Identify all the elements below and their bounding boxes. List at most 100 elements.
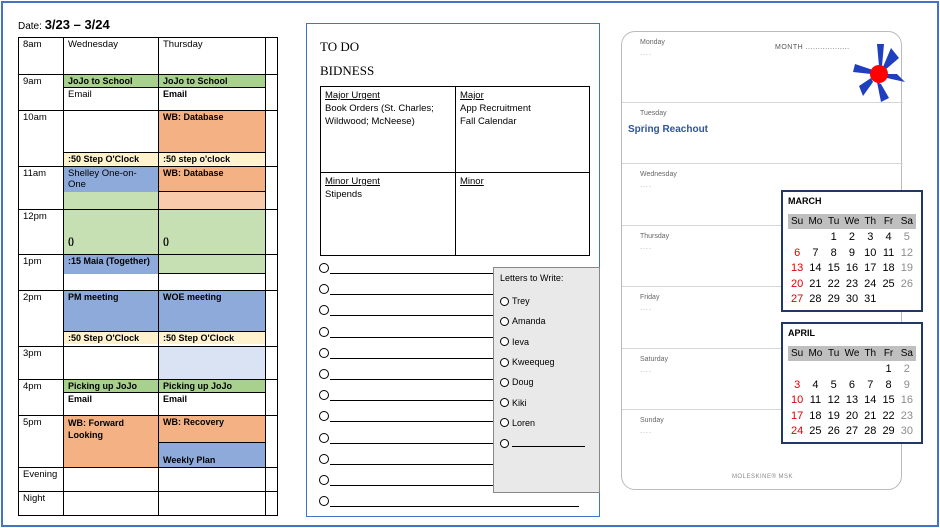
calendar-day[interactable]: 4 <box>879 230 897 245</box>
checkbox-circle-icon[interactable] <box>319 368 329 379</box>
calendar-day[interactable]: 27 <box>788 292 806 307</box>
quadrant-major[interactable]: Major App Recruitment Fall Calendar <box>456 87 589 173</box>
calendar-day[interactable]: 26 <box>898 277 916 292</box>
event-cell[interactable]: :50 step o'clock <box>159 153 265 165</box>
event-cell[interactable]: Email <box>64 393 158 405</box>
event-cell[interactable]: Shelley One-on-One <box>64 167 158 192</box>
calendar-day[interactable]: 25 <box>879 277 897 292</box>
calendar-day[interactable]: 14 <box>861 393 879 408</box>
calendar-day[interactable]: 30 <box>898 424 916 439</box>
calendar-day[interactable]: 10 <box>861 246 879 261</box>
calendar-day[interactable]: 19 <box>898 261 916 276</box>
calendar-day[interactable]: 23 <box>898 409 916 424</box>
calendar-day[interactable]: 21 <box>861 409 879 424</box>
calendar-day[interactable]: 16 <box>843 261 861 276</box>
calendar-day[interactable]: 16 <box>898 393 916 408</box>
event-cell[interactable]: Email <box>159 88 265 100</box>
calendar-day[interactable]: 26 <box>825 424 843 439</box>
event-cell[interactable]: :50 Step O'Clock <box>159 332 265 344</box>
event-cell[interactable]: Weekly Plan <box>159 443 265 467</box>
calendar-day[interactable]: 7 <box>861 378 879 393</box>
calendar-day[interactable]: 12 <box>898 246 916 261</box>
event-cell[interactable]: Email <box>64 88 158 101</box>
event-cell[interactable]: WB: Database <box>159 167 265 192</box>
calendar-day[interactable]: 19 <box>825 409 843 424</box>
letter-item-blank[interactable] <box>500 433 593 453</box>
calendar-day[interactable]: 30 <box>843 292 861 307</box>
calendar-day[interactable]: 10 <box>788 393 806 408</box>
letter-item[interactable]: Trey <box>500 291 593 311</box>
event-cell[interactable] <box>159 255 265 274</box>
event-cell[interactable]: WOE meeting <box>159 291 265 332</box>
checkbox-circle-icon[interactable] <box>319 411 329 422</box>
calendar-day[interactable]: 27 <box>843 424 861 439</box>
calendar-day[interactable]: 28 <box>861 424 879 439</box>
calendar-day[interactable]: 3 <box>788 378 806 393</box>
letter-item[interactable]: Kiki <box>500 392 593 412</box>
calendar-day[interactable]: 22 <box>825 277 843 292</box>
letter-item[interactable]: Kweequeg <box>500 352 593 372</box>
event-cell[interactable]: JoJo to School <box>64 75 158 88</box>
calendar-day[interactable]: 15 <box>879 393 897 408</box>
calendar-day[interactable]: 2 <box>898 362 916 377</box>
calendar-day[interactable]: 18 <box>879 261 897 276</box>
letter-item[interactable]: Doug <box>500 372 593 392</box>
event-cell[interactable]: WB: Recovery <box>159 416 265 443</box>
checkbox-circle-icon[interactable] <box>319 263 329 273</box>
calendar-day[interactable]: 25 <box>806 424 824 439</box>
calendar-day[interactable]: 11 <box>879 246 897 261</box>
calendar-day[interactable]: 31 <box>861 292 879 307</box>
calendar-day[interactable]: 2 <box>843 230 861 245</box>
calendar-day[interactable]: 8 <box>825 246 843 261</box>
calendar-day[interactable]: 6 <box>843 378 861 393</box>
calendar-day[interactable]: 11 <box>806 393 824 408</box>
calendar-day[interactable]: 24 <box>861 277 879 292</box>
calendar-day[interactable]: 7 <box>806 246 824 261</box>
event-cell[interactable]: () <box>64 210 158 247</box>
event-cell[interactable]: WB: Database <box>159 111 265 153</box>
event-cell[interactable]: :50 Step O'Clock <box>64 153 158 165</box>
checkbox-circle-icon[interactable] <box>319 432 329 443</box>
checkbox-circle-icon[interactable] <box>500 398 509 408</box>
calendar-day[interactable]: 17 <box>861 261 879 276</box>
letter-item[interactable]: Ieva <box>500 332 593 352</box>
calendar-day[interactable]: 20 <box>788 277 806 292</box>
calendar-day[interactable]: 5 <box>825 378 843 393</box>
checkbox-circle-icon[interactable] <box>500 296 509 306</box>
checkbox-circle-icon[interactable] <box>500 337 509 347</box>
calendar-day[interactable]: 21 <box>806 277 824 292</box>
calendar-day[interactable]: 4 <box>806 378 824 393</box>
calendar-day[interactable]: 22 <box>879 409 897 424</box>
checkbox-circle-icon[interactable] <box>319 390 329 401</box>
checkbox-circle-icon[interactable] <box>319 284 329 295</box>
event-cell[interactable]: :15 Maia (Together) <box>64 255 158 274</box>
calendar-day[interactable]: 18 <box>806 409 824 424</box>
calendar-day[interactable]: 8 <box>879 378 897 393</box>
calendar-day[interactable]: 9 <box>843 246 861 261</box>
checkbox-circle-icon[interactable] <box>500 357 509 367</box>
event-cell[interactable]: Email <box>159 393 265 405</box>
checkbox-circle-icon[interactable] <box>319 305 329 316</box>
calendar-day[interactable]: 23 <box>843 277 861 292</box>
checkbox-circle-icon[interactable] <box>500 377 509 387</box>
event-cell[interactable]: WB: Forward Looking <box>64 416 158 442</box>
calendar-day[interactable]: 12 <box>825 393 843 408</box>
event-cell[interactable] <box>159 192 265 209</box>
calendar-day[interactable]: 3 <box>861 230 879 245</box>
calendar-day[interactable]: 13 <box>843 393 861 408</box>
event-cell[interactable]: PM meeting <box>64 291 158 332</box>
checkbox-circle-icon[interactable] <box>319 474 329 485</box>
calendar-day[interactable]: 17 <box>788 409 806 424</box>
calendar-day[interactable]: 29 <box>879 424 897 439</box>
event-cell[interactable]: JoJo to School <box>159 75 265 88</box>
event-cell[interactable]: Picking up JoJo <box>159 380 265 393</box>
calendar-day[interactable]: 13 <box>788 261 806 276</box>
event-cell[interactable]: :50 Step O'Clock <box>64 332 158 344</box>
checkbox-circle-icon[interactable] <box>500 316 509 326</box>
quadrant-minor[interactable]: Minor <box>456 173 589 255</box>
checkbox-circle-icon[interactable] <box>319 326 329 337</box>
calendar-day[interactable]: 29 <box>825 292 843 307</box>
quadrant-minor-urgent[interactable]: Minor Urgent Stipends <box>321 173 456 255</box>
checkbox-circle-icon[interactable] <box>319 496 329 507</box>
checkbox-circle-icon[interactable] <box>319 453 329 464</box>
